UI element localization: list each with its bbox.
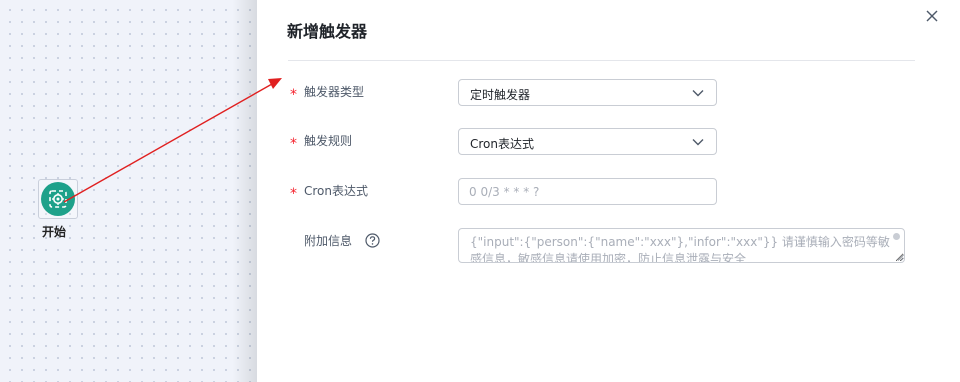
chevron-down-icon xyxy=(692,139,704,146)
required-mark: * xyxy=(290,136,297,152)
trigger-type-select[interactable]: 定时触发器 xyxy=(458,79,717,106)
resize-grip-icon[interactable] xyxy=(897,254,904,261)
textarea-scrollbar[interactable] xyxy=(893,233,900,240)
trigger-rule-value: Cron表达式 xyxy=(470,137,534,151)
extra-info-textarea[interactable] xyxy=(458,228,905,263)
add-trigger-drawer: 新增触发器 * 触发器类型 定时触发器 * 触发规则 Cron表达式 * Cro… xyxy=(257,0,960,382)
start-node-label: 开始 xyxy=(42,225,67,239)
question-circle-icon[interactable] xyxy=(365,233,380,252)
title-divider xyxy=(288,60,915,61)
required-mark: * xyxy=(290,87,297,103)
trigger-type-value: 定时触发器 xyxy=(470,88,531,102)
flow-start-icon xyxy=(41,182,75,216)
start-node[interactable] xyxy=(38,179,78,219)
close-icon[interactable] xyxy=(923,7,941,25)
trigger-rule-row: * 触发规则 Cron表达式 xyxy=(257,128,960,158)
extra-info-row: 附加信息 xyxy=(257,228,960,263)
cron-expression-label: Cron表达式 xyxy=(304,184,368,198)
drawer-title: 新增触发器 xyxy=(287,22,368,41)
trigger-rule-select[interactable]: Cron表达式 xyxy=(458,128,717,155)
cron-expression-input[interactable] xyxy=(458,178,717,205)
drawer-shadow xyxy=(232,0,257,382)
trigger-rule-label: 触发规则 xyxy=(304,134,353,148)
required-mark: * xyxy=(290,186,297,202)
trigger-type-row: * 触发器类型 定时触发器 xyxy=(257,79,960,109)
trigger-type-label: 触发器类型 xyxy=(304,85,365,99)
cron-expression-row: * Cron表达式 xyxy=(257,178,960,208)
chevron-down-icon xyxy=(692,90,704,97)
extra-info-label: 附加信息 xyxy=(304,234,353,248)
